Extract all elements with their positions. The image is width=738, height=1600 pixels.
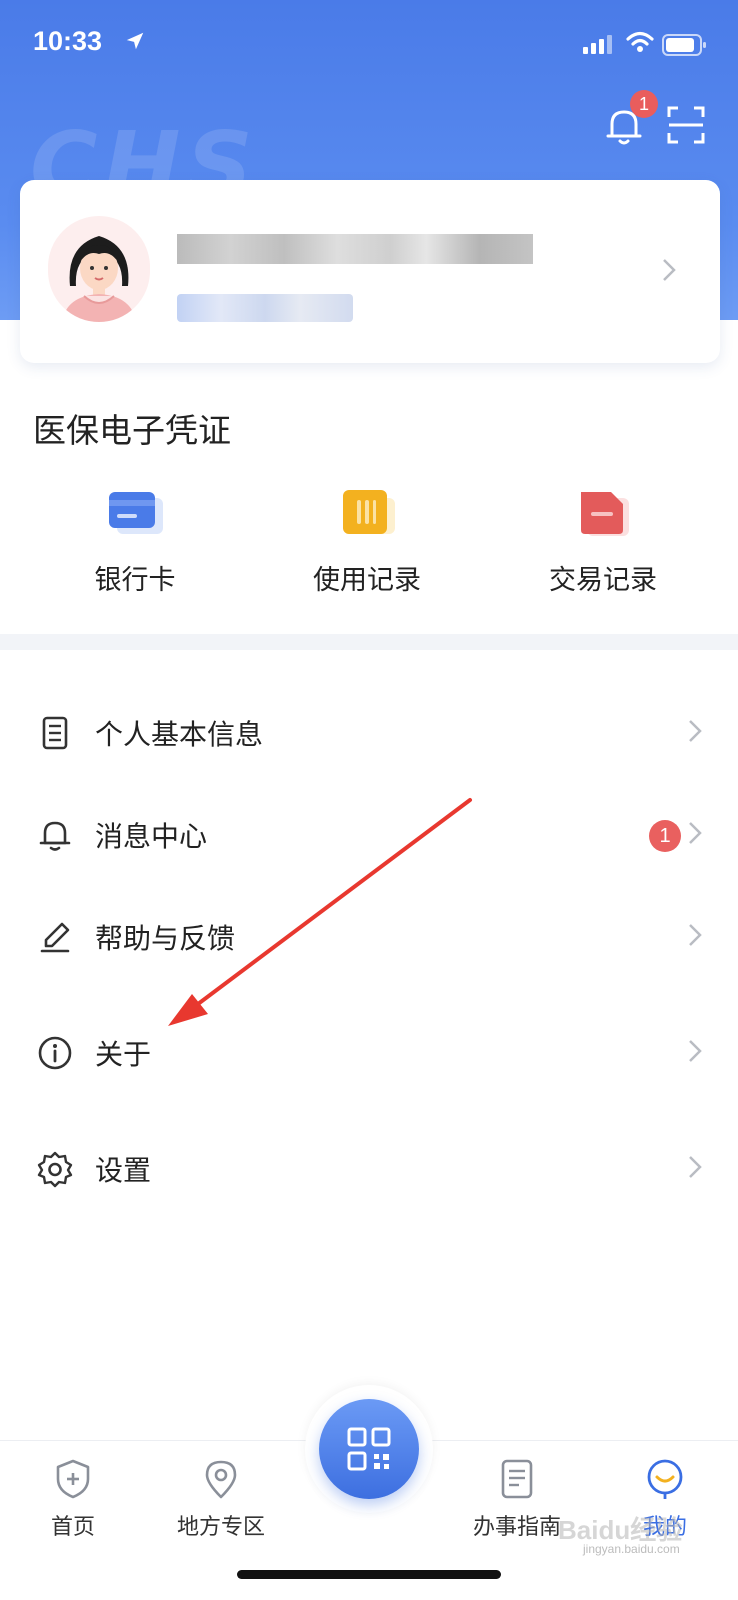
location-arrow-icon: [124, 30, 146, 56]
profile-card[interactable]: [20, 180, 720, 363]
quick-action-transaction-record[interactable]: 交易记录: [503, 484, 703, 597]
menu-item-label: 设置: [95, 1154, 152, 1187]
wifi-icon: [626, 30, 654, 58]
chevron-right-icon: [688, 1155, 702, 1183]
tab-label: 首页: [50, 1515, 95, 1540]
info-icon: [36, 1034, 74, 1072]
pen-icon: [36, 918, 74, 956]
chevron-right-icon: [688, 1039, 702, 1067]
notification-badge: 1: [630, 90, 658, 118]
watermark-url: jingyan.baidu.com: [583, 1542, 680, 1556]
profile-smile-icon: [643, 1457, 687, 1501]
quick-action-label: 使用记录: [313, 565, 421, 596]
quick-action-bank-card[interactable]: 银行卡: [35, 484, 235, 597]
chevron-right-icon: [688, 923, 702, 951]
usage-record-icon: [337, 484, 397, 542]
tab-local-zone[interactable]: 地方专区: [161, 1457, 281, 1541]
profile-id-blurred: [177, 294, 353, 322]
tab-home[interactable]: 首页: [13, 1457, 133, 1541]
profile-name-blurred: [177, 234, 533, 264]
chevron-right-icon: [688, 719, 702, 747]
menu-item-personal-info[interactable]: 个人基本信息: [0, 694, 738, 774]
menu-item-label: 关于: [95, 1038, 152, 1071]
tab-label: 地方专区: [176, 1515, 265, 1540]
quick-action-usage-record[interactable]: 使用记录: [267, 484, 467, 597]
chevron-right-icon: [688, 821, 702, 849]
qr-code-button-inner: [319, 1399, 419, 1499]
qr-code-button[interactable]: [305, 1385, 433, 1513]
battery-icon: [662, 33, 708, 61]
cellular-signal-icon: [583, 34, 615, 58]
section-divider: [0, 634, 738, 650]
guide-document-icon: [495, 1457, 539, 1501]
menu-item-label: 个人基本信息: [95, 718, 264, 751]
chevron-right-icon: [662, 258, 676, 286]
qr-code-icon: [347, 1427, 391, 1471]
annotation-arrow: [160, 796, 480, 1040]
status-time: 10:33: [33, 26, 103, 56]
menu-item-settings[interactable]: 设置: [0, 1130, 738, 1210]
bell-icon: [36, 816, 74, 854]
status-bar: 10:33: [0, 0, 738, 88]
transaction-record-icon: [573, 484, 633, 542]
document-icon: [36, 714, 74, 752]
location-pin-icon: [199, 1457, 243, 1501]
shield-plus-icon: [51, 1457, 95, 1501]
section-title: 医保电子凭证: [33, 411, 231, 450]
quick-action-label: 交易记录: [549, 565, 657, 596]
avatar: [48, 216, 150, 322]
bank-card-icon: [105, 484, 165, 542]
message-count-badge: 1: [649, 820, 681, 852]
gear-icon: [36, 1150, 74, 1188]
scan-icon: [667, 106, 705, 144]
quick-action-label: 银行卡: [94, 565, 176, 596]
scan-button[interactable]: [667, 106, 705, 144]
home-indicator[interactable]: [237, 1570, 501, 1579]
